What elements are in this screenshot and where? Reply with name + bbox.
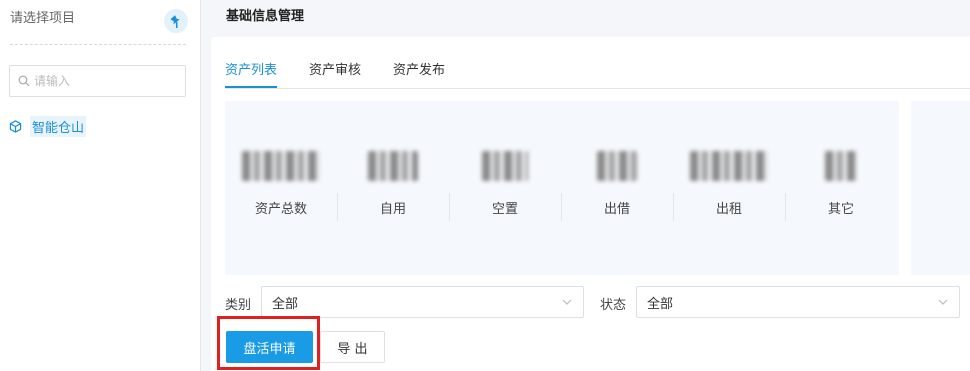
stat-rent: 出租 xyxy=(673,151,785,217)
tree-item-project[interactable]: 智能仓山 xyxy=(9,116,87,137)
stat-label: 自用 xyxy=(379,202,406,217)
category-select[interactable]: 全部 xyxy=(261,286,584,318)
pin-button[interactable] xyxy=(164,9,188,33)
status-select-value: 全部 xyxy=(647,296,674,312)
project-sidebar: 请选择项目 智能仓山 xyxy=(0,0,201,371)
stat-other: 其它 xyxy=(785,151,897,217)
stat-label: 空置 xyxy=(491,202,518,217)
stat-label: 其它 xyxy=(827,202,854,217)
stat-value-redacted xyxy=(482,151,528,181)
apply-activation-button[interactable]: 盘活申请 xyxy=(226,331,313,363)
stat-total: 资产总数 xyxy=(225,151,337,217)
stat-value-redacted xyxy=(368,151,418,181)
tab-asset-publish[interactable]: 资产发布 xyxy=(393,59,445,88)
tab-bar: 资产列表 资产审核 资产发布 xyxy=(225,59,970,89)
stat-label: 资产总数 xyxy=(254,202,307,217)
export-button[interactable]: 导 出 xyxy=(320,331,385,363)
stat-value-redacted xyxy=(825,151,857,181)
tab-asset-review[interactable]: 资产审核 xyxy=(309,59,361,88)
stat-value-redacted xyxy=(597,151,637,181)
pin-icon xyxy=(170,15,180,28)
tree-item-label: 智能仓山 xyxy=(30,116,87,137)
status-label: 状态 xyxy=(600,298,627,313)
status-select[interactable]: 全部 xyxy=(636,286,960,318)
stat-vacant: 空置 xyxy=(449,151,561,217)
search-icon xyxy=(18,75,30,87)
project-search-input[interactable] xyxy=(34,74,174,88)
chevron-down-icon xyxy=(562,299,572,305)
cube-icon xyxy=(9,120,22,133)
stat-label: 出借 xyxy=(603,202,630,217)
stat-value-redacted xyxy=(242,151,320,181)
project-search-box[interactable] xyxy=(9,65,186,97)
stat-value-redacted xyxy=(690,151,768,181)
stat-label: 出租 xyxy=(715,202,742,217)
sidebar-title: 请选择项目 xyxy=(10,11,76,26)
stat-self-use: 自用 xyxy=(337,151,449,217)
asset-stats-panel: 资产总数 自用 空置 出借 出租 其它 xyxy=(225,101,899,275)
category-label: 类别 xyxy=(225,298,252,313)
sidebar-divider xyxy=(10,44,186,45)
sidebar-header: 请选择项目 xyxy=(10,9,188,33)
category-select-value: 全部 xyxy=(272,296,299,312)
tab-asset-list[interactable]: 资产列表 xyxy=(225,59,278,88)
stat-lend: 出借 xyxy=(561,151,673,217)
page-title: 基础信息管理 xyxy=(226,9,305,24)
main-card: 资产列表 资产审核 资产发布 资产总数 自用 空置 出借 出租 其它 类别 全部… xyxy=(211,37,970,371)
chevron-down-icon xyxy=(938,299,948,305)
secondary-stats-panel xyxy=(911,101,970,275)
